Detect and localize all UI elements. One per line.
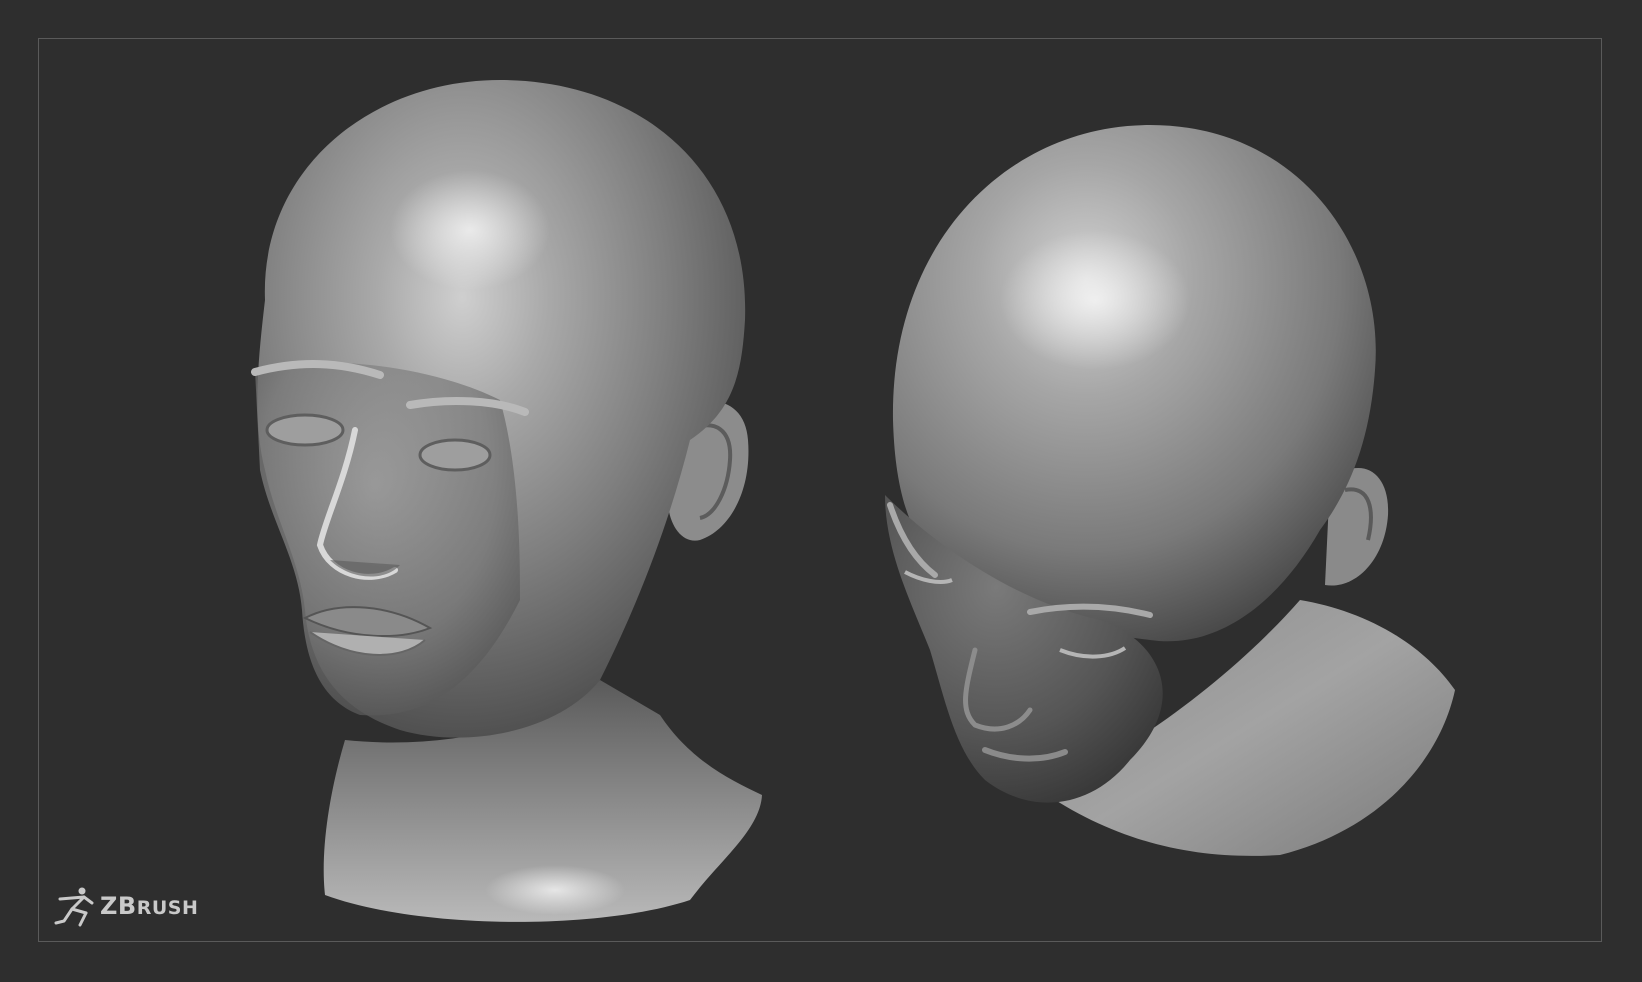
sculpt-render xyxy=(251,80,1455,922)
head-sculpt-front-three-quarter xyxy=(251,80,762,922)
zbrush-figure-icon xyxy=(54,887,94,927)
render-canvas: ZBRUSH xyxy=(0,0,1642,982)
zbrush-logo: ZBRUSH xyxy=(54,884,198,928)
head-sculpt-top-down xyxy=(885,125,1455,856)
zbrush-logo-text: ZBRUSH xyxy=(100,892,199,920)
